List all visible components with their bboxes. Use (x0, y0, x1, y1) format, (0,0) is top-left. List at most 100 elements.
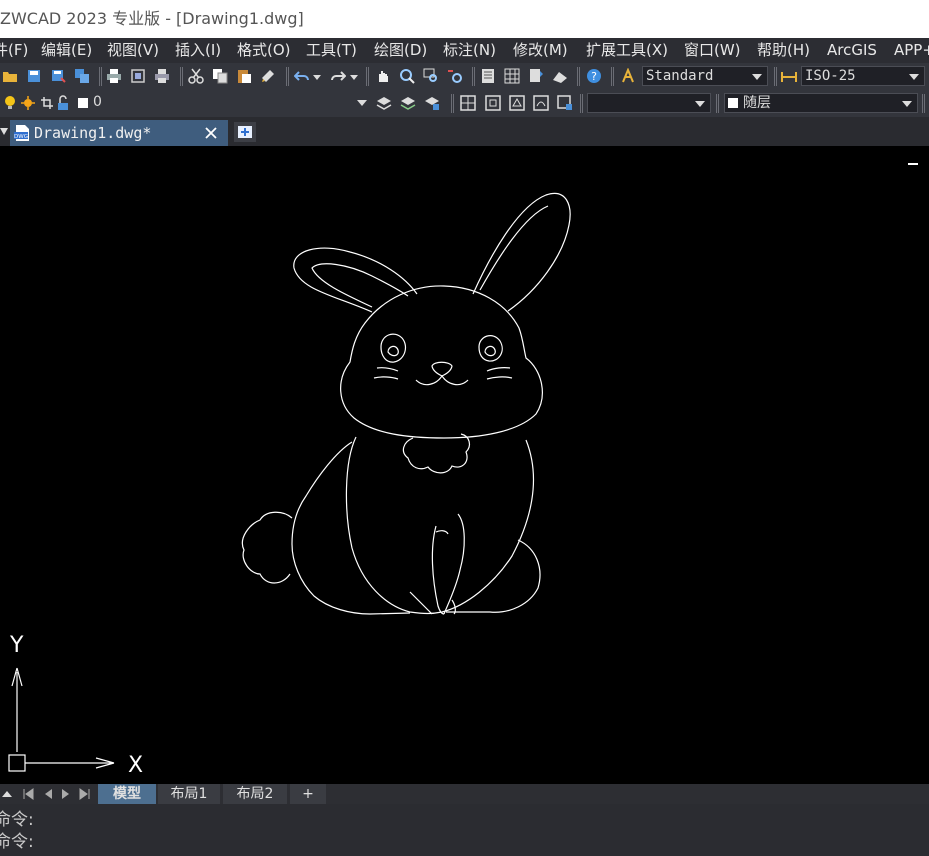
layer-unlock-icon[interactable] (56, 95, 70, 111)
rabbit-right-eye (478, 335, 503, 362)
linetype-dropdown[interactable] (587, 93, 711, 113)
zoom-realtime-icon[interactable] (399, 68, 415, 84)
open-folder-icon[interactable] (2, 68, 18, 84)
menu-insert[interactable]: 插入(I) (175, 38, 221, 63)
print-icon[interactable] (106, 68, 122, 84)
menu-modify[interactable]: 修改(M) (513, 38, 568, 63)
layout-tab-bar: 模型 布局1 布局2 + (0, 784, 929, 804)
rabbit-whisker (376, 367, 399, 372)
tab-list-arrow-icon[interactable] (0, 127, 8, 137)
last-layout-icon[interactable] (79, 788, 91, 800)
help-icon[interactable]: ? (586, 68, 602, 84)
drawing-area: Y X (8, 192, 571, 778)
polygon-viewport-icon[interactable] (509, 95, 525, 111)
command-history-line: 命令: (0, 810, 34, 830)
chevron-down-icon (902, 101, 912, 107)
rabbit-mouth (415, 374, 469, 386)
menu-view[interactable]: 视图(V) (107, 38, 159, 63)
save-as-icon[interactable] (50, 68, 66, 84)
menu-dimension[interactable]: 标注(N) (443, 38, 496, 63)
new-tab-button[interactable] (234, 122, 256, 142)
add-layout-button[interactable]: + (290, 784, 326, 804)
match-properties-icon[interactable] (260, 68, 276, 84)
first-layout-icon[interactable] (22, 788, 34, 800)
copy-icon[interactable] (212, 68, 228, 84)
redo-icon[interactable] (330, 68, 346, 84)
markup-icon[interactable] (552, 68, 568, 84)
layer-dropdown[interactable]: 0 (90, 93, 372, 113)
menu-help[interactable]: 帮助(H) (757, 38, 810, 63)
print-preview-icon[interactable] (130, 68, 146, 84)
save-icon[interactable] (26, 68, 42, 84)
drawing-canvas[interactable]: Y X (0, 146, 929, 784)
menu-tools[interactable]: 工具(T) (306, 38, 357, 63)
rabbit-whisker (486, 367, 511, 372)
color-swatch-icon (728, 98, 738, 108)
menu-draw[interactable]: 绘图(D) (374, 38, 427, 63)
plot-icon[interactable] (154, 68, 170, 84)
pan-hand-icon[interactable] (375, 68, 391, 84)
dimension-style-dropdown[interactable]: ISO-25 (801, 66, 925, 86)
menu-extended-tools[interactable]: 扩展工具(X) (586, 38, 668, 63)
menu-edit[interactable]: 编辑(E) (41, 38, 92, 63)
toolbar-separator (180, 67, 183, 86)
toolbar-separator (580, 94, 583, 113)
tab-model[interactable]: 模型 (98, 784, 156, 804)
text-style-icon[interactable] (621, 68, 637, 84)
zoom-previous-icon[interactable] (447, 68, 463, 84)
save-all-icon[interactable] (74, 68, 90, 84)
command-prompt[interactable]: 命令: (0, 831, 34, 853)
menu-app-plus[interactable]: APP+ (894, 38, 929, 63)
layer-on-bulb-icon[interactable] (3, 95, 17, 111)
rabbit-left-eye (380, 333, 407, 363)
dwg-file-icon: DWG (14, 125, 29, 141)
window-title: ZWCAD 2023 专业版 - [Drawing1.dwg] (0, 9, 304, 28)
tool-palette-icon[interactable] (528, 68, 544, 84)
undo-icon[interactable] (294, 68, 310, 84)
document-tab-drawing1[interactable]: DWG Drawing1.dwg* (10, 120, 228, 146)
rabbit-left-ear (293, 247, 418, 313)
menu-file[interactable]: 件(F) (0, 38, 28, 63)
toolbar-separator (472, 67, 475, 86)
menu-bar: 件(F) 编辑(E) 视图(V) 插入(I) 格式(O) 工具(T) 绘图(D)… (0, 38, 929, 63)
single-viewport-icon[interactable] (485, 95, 501, 111)
dwg-file-badge: DWG (14, 134, 28, 140)
color-value: 随层 (743, 95, 771, 111)
toolbar-separator (611, 67, 614, 86)
rabbit-back (291, 441, 411, 615)
rabbit-right-pupil (484, 345, 496, 357)
menu-arcgis[interactable]: ArcGIS (827, 38, 877, 63)
zoom-window-icon[interactable] (423, 68, 439, 84)
menu-format[interactable]: 格式(O) (237, 38, 291, 63)
command-window[interactable]: 命令: 命令: (0, 804, 929, 856)
viewport-clip-icon[interactable] (557, 95, 573, 111)
cut-icon[interactable] (188, 68, 204, 84)
undo-dropdown-icon[interactable] (312, 68, 322, 84)
next-layout-icon[interactable] (60, 788, 72, 800)
new-drawing-plus-icon (238, 126, 252, 138)
previous-layout-icon[interactable] (42, 788, 54, 800)
dimension-style-icon[interactable] (781, 68, 797, 84)
viewport-icon[interactable] (460, 95, 476, 111)
menu-window[interactable]: 窗口(W) (684, 38, 741, 63)
layer-states-icon[interactable] (424, 95, 440, 111)
paste-icon[interactable] (236, 68, 252, 84)
ucs-x-label: X (128, 753, 143, 778)
scroll-up-arrow-icon[interactable] (1, 789, 13, 799)
document-tab-label: Drawing1.dwg* (34, 124, 152, 142)
layer-previous-icon[interactable] (400, 95, 416, 111)
color-dropdown[interactable]: 随层 (724, 93, 918, 113)
layer-viewport-icon[interactable] (39, 95, 53, 111)
ucs-icon (8, 667, 115, 772)
tab-layout2[interactable]: 布局2 (223, 784, 287, 804)
layer-thaw-sun-icon[interactable] (21, 95, 35, 111)
object-viewport-icon[interactable] (533, 95, 549, 111)
design-center-icon[interactable] (504, 68, 520, 84)
properties-icon[interactable] (480, 68, 496, 84)
tab-layout1[interactable]: 布局1 (158, 784, 220, 804)
toolbar-separator (366, 67, 369, 86)
redo-dropdown-icon[interactable] (349, 68, 359, 84)
close-icon[interactable] (205, 127, 217, 139)
text-style-dropdown[interactable]: Standard (642, 66, 768, 86)
make-object-layer-current-icon[interactable] (376, 95, 392, 111)
